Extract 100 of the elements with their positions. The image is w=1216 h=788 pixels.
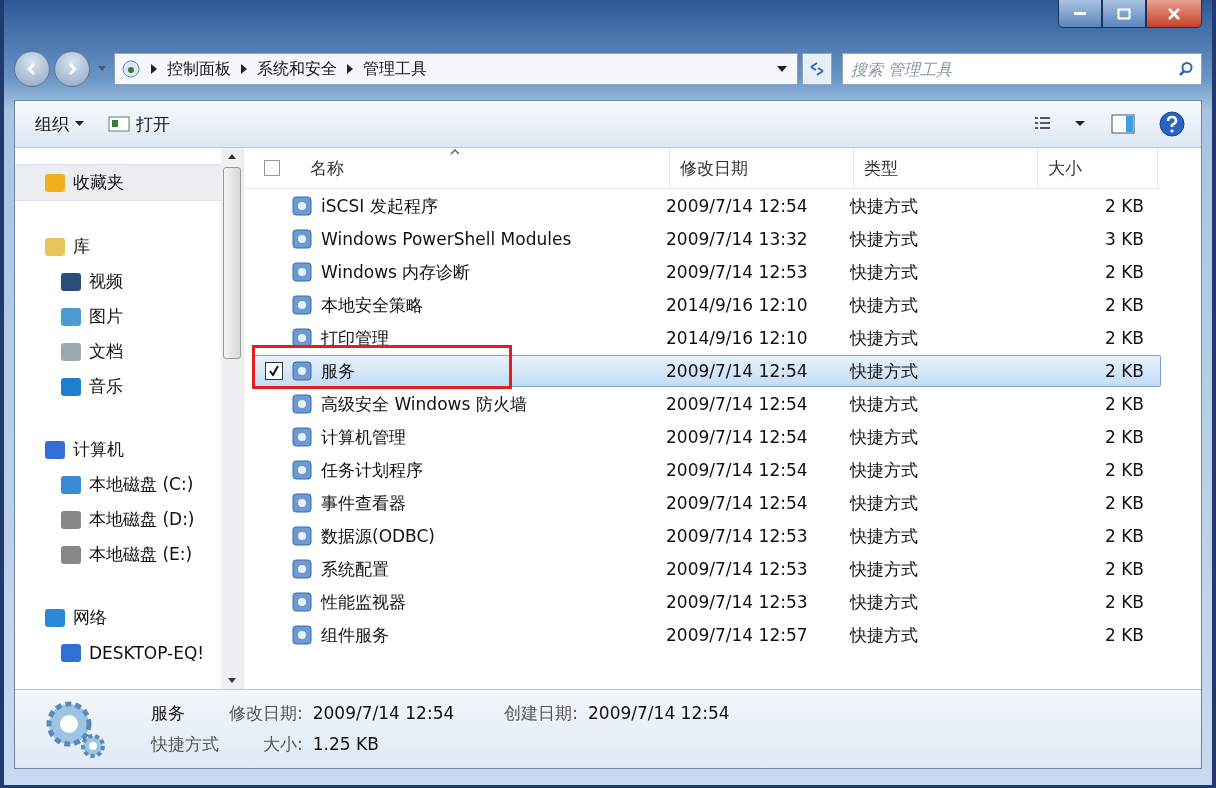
preview-pane-button[interactable] bbox=[1111, 114, 1135, 134]
nav-item[interactable]: 音乐 bbox=[15, 369, 221, 404]
shortcut-icon bbox=[291, 195, 313, 217]
shortcut-icon bbox=[291, 492, 313, 514]
size-cell-text: 2 KB bbox=[1103, 394, 1144, 414]
close-button[interactable] bbox=[1146, 0, 1202, 28]
size-cell-text: 2 KB bbox=[1103, 625, 1144, 645]
date-cell-text: 2009/7/14 12:57 bbox=[666, 625, 809, 645]
nav-item[interactable]: 收藏夹 bbox=[15, 164, 221, 201]
size-cell-text: 2 KB bbox=[1103, 427, 1144, 447]
size-cell-text: 2 KB bbox=[1103, 262, 1144, 282]
type-cell-text: 快捷方式 bbox=[850, 524, 919, 548]
help-button[interactable] bbox=[1159, 111, 1185, 137]
chevron-icon[interactable] bbox=[241, 64, 247, 74]
shortcut-icon bbox=[291, 558, 313, 580]
file-name: 任务计划程序 bbox=[321, 458, 423, 482]
nav-item[interactable]: 本地磁盘 (E:) bbox=[15, 537, 221, 572]
search-field[interactable]: 搜索 管理工具 bbox=[842, 53, 1202, 85]
size-cell-text: 2 KB bbox=[1103, 460, 1144, 480]
file-row[interactable]: 数据源(ODBC) 2009/7/14 12:53 快捷方式 2 KB bbox=[252, 520, 1161, 552]
file-row[interactable]: 组件服务 2009/7/14 12:57 快捷方式 2 KB bbox=[252, 619, 1161, 651]
size-cell-text: 2 KB bbox=[1103, 295, 1144, 315]
file-name: 数据源(ODBC) bbox=[321, 524, 435, 548]
shortcut-icon bbox=[291, 261, 313, 283]
file-row[interactable]: 服务 2009/7/14 12:54 快捷方式 2 KB bbox=[252, 355, 1161, 387]
file-row[interactable]: 高级安全 Windows 防火墙 2009/7/14 12:54 快捷方式 2 KB bbox=[252, 388, 1161, 420]
chevron-icon[interactable] bbox=[347, 64, 353, 74]
file-row[interactable]: 性能监视器 2009/7/14 12:53 快捷方式 2 KB bbox=[252, 586, 1161, 618]
nav-item[interactable]: 图片 bbox=[15, 299, 221, 334]
checkbox[interactable] bbox=[265, 362, 283, 380]
file-name: 事件查看器 bbox=[321, 491, 406, 515]
type-cell-text: 快捷方式 bbox=[850, 359, 919, 383]
file-row[interactable]: 计算机管理 2009/7/14 12:54 快捷方式 2 KB bbox=[252, 421, 1161, 453]
chevron-icon[interactable] bbox=[151, 64, 157, 74]
type-cell-text: 快捷方式 bbox=[850, 491, 919, 515]
nav-item[interactable]: DESKTOP-EQ! bbox=[15, 635, 221, 670]
file-row[interactable]: 事件查看器 2009/7/14 12:54 快捷方式 2 KB bbox=[252, 487, 1161, 519]
scrollbar[interactable] bbox=[221, 148, 243, 689]
date-cell-text: 2009/7/14 12:54 bbox=[666, 460, 809, 480]
nav-item[interactable]: 本地磁盘 (C:) bbox=[15, 467, 221, 502]
breadcrumb-item[interactable]: 管理工具 bbox=[363, 58, 427, 80]
type-cell-text: 快捷方式 bbox=[850, 194, 919, 218]
type-cell-text: 快捷方式 bbox=[850, 260, 919, 284]
caret-icon[interactable] bbox=[777, 66, 787, 72]
column-header[interactable]: 类型 bbox=[854, 148, 1038, 188]
file-row[interactable]: 本地安全策略 2014/9/16 12:10 快捷方式 2 KB bbox=[252, 289, 1161, 321]
checkmark-icon bbox=[268, 365, 280, 377]
open-button[interactable]: 打开 bbox=[108, 112, 170, 136]
nav-item[interactable]: 计算机 bbox=[15, 432, 221, 467]
minimize-button[interactable] bbox=[1058, 0, 1102, 28]
type-cell-text: 快捷方式 bbox=[850, 590, 919, 614]
shortcut-icon bbox=[291, 525, 313, 547]
size-cell-text: 2 KB bbox=[1103, 592, 1144, 612]
nav-item[interactable]: 视频 bbox=[15, 264, 221, 299]
date-cell-text: 2009/7/14 12:53 bbox=[666, 559, 809, 579]
help-icon bbox=[1159, 111, 1185, 137]
file-row[interactable]: iSCSI 发起程序 2009/7/14 12:54 快捷方式 2 KB bbox=[252, 190, 1161, 222]
shortcut-icon bbox=[291, 624, 313, 646]
file-row[interactable]: Windows PowerShell Modules 2009/7/14 13:32 快捷方式 3 KB bbox=[252, 223, 1161, 255]
refresh-button[interactable] bbox=[802, 53, 832, 85]
date-cell-text: 2009/7/14 12:53 bbox=[666, 262, 809, 282]
nav-item[interactable]: 网络 bbox=[15, 600, 221, 635]
minimize-icon bbox=[1074, 12, 1086, 15]
date-cell-text: 2009/7/14 12:53 bbox=[666, 526, 809, 546]
date-cell-text: 2014/9/16 12:10 bbox=[666, 295, 809, 315]
column-header[interactable]: 名称 bbox=[290, 148, 670, 188]
column-header[interactable]: 修改日期 bbox=[670, 148, 854, 188]
nav-item[interactable]: 本地磁盘 (D:) bbox=[15, 502, 221, 537]
select-all-checkbox[interactable] bbox=[264, 160, 280, 176]
nav-item[interactable]: 文档 bbox=[15, 334, 221, 369]
shortcut-icon bbox=[291, 228, 313, 250]
forward-button[interactable] bbox=[54, 51, 90, 87]
search-icon bbox=[1178, 61, 1194, 77]
scroll-down-icon[interactable] bbox=[228, 678, 236, 683]
column-header[interactable]: 大小 bbox=[1038, 148, 1158, 188]
shortcut-icon bbox=[291, 459, 313, 481]
address-bar[interactable]: 控制面板 系统和安全 管理工具 bbox=[114, 53, 798, 85]
nav-item[interactable]: 库 bbox=[15, 229, 221, 264]
scroll-up-icon[interactable] bbox=[228, 154, 236, 159]
size-cell-text: 2 KB bbox=[1103, 493, 1144, 513]
size-cell-text: 2 KB bbox=[1103, 361, 1144, 381]
organize-button[interactable]: 组织 bbox=[35, 112, 84, 136]
size-cell-text: 2 KB bbox=[1103, 328, 1144, 348]
file-row[interactable]: 任务计划程序 2009/7/14 12:54 快捷方式 2 KB bbox=[252, 454, 1161, 486]
scrollbar-thumb[interactable] bbox=[223, 167, 241, 359]
file-row[interactable]: Windows 内存诊断 2009/7/14 12:53 快捷方式 2 KB bbox=[252, 256, 1161, 288]
open-icon bbox=[108, 116, 130, 132]
date-cell-text: 2009/7/14 12:54 bbox=[666, 196, 809, 216]
date-cell-text: 2009/7/14 12:54 bbox=[666, 427, 809, 447]
breadcrumb-item[interactable]: 系统和安全 bbox=[257, 58, 337, 80]
back-button[interactable] bbox=[14, 51, 50, 87]
file-name: 性能监视器 bbox=[321, 590, 406, 614]
size-cell-text: 3 KB bbox=[1103, 229, 1144, 249]
file-row[interactable]: 系统配置 2009/7/14 12:53 快捷方式 2 KB bbox=[252, 553, 1161, 585]
maximize-button[interactable] bbox=[1102, 0, 1146, 28]
breadcrumb-item[interactable]: 控制面板 bbox=[167, 58, 231, 80]
field-label: 创建日期: bbox=[504, 702, 579, 725]
caret-icon bbox=[75, 121, 84, 127]
view-options-button[interactable] bbox=[1035, 116, 1087, 132]
list-view-icon bbox=[1035, 116, 1087, 132]
